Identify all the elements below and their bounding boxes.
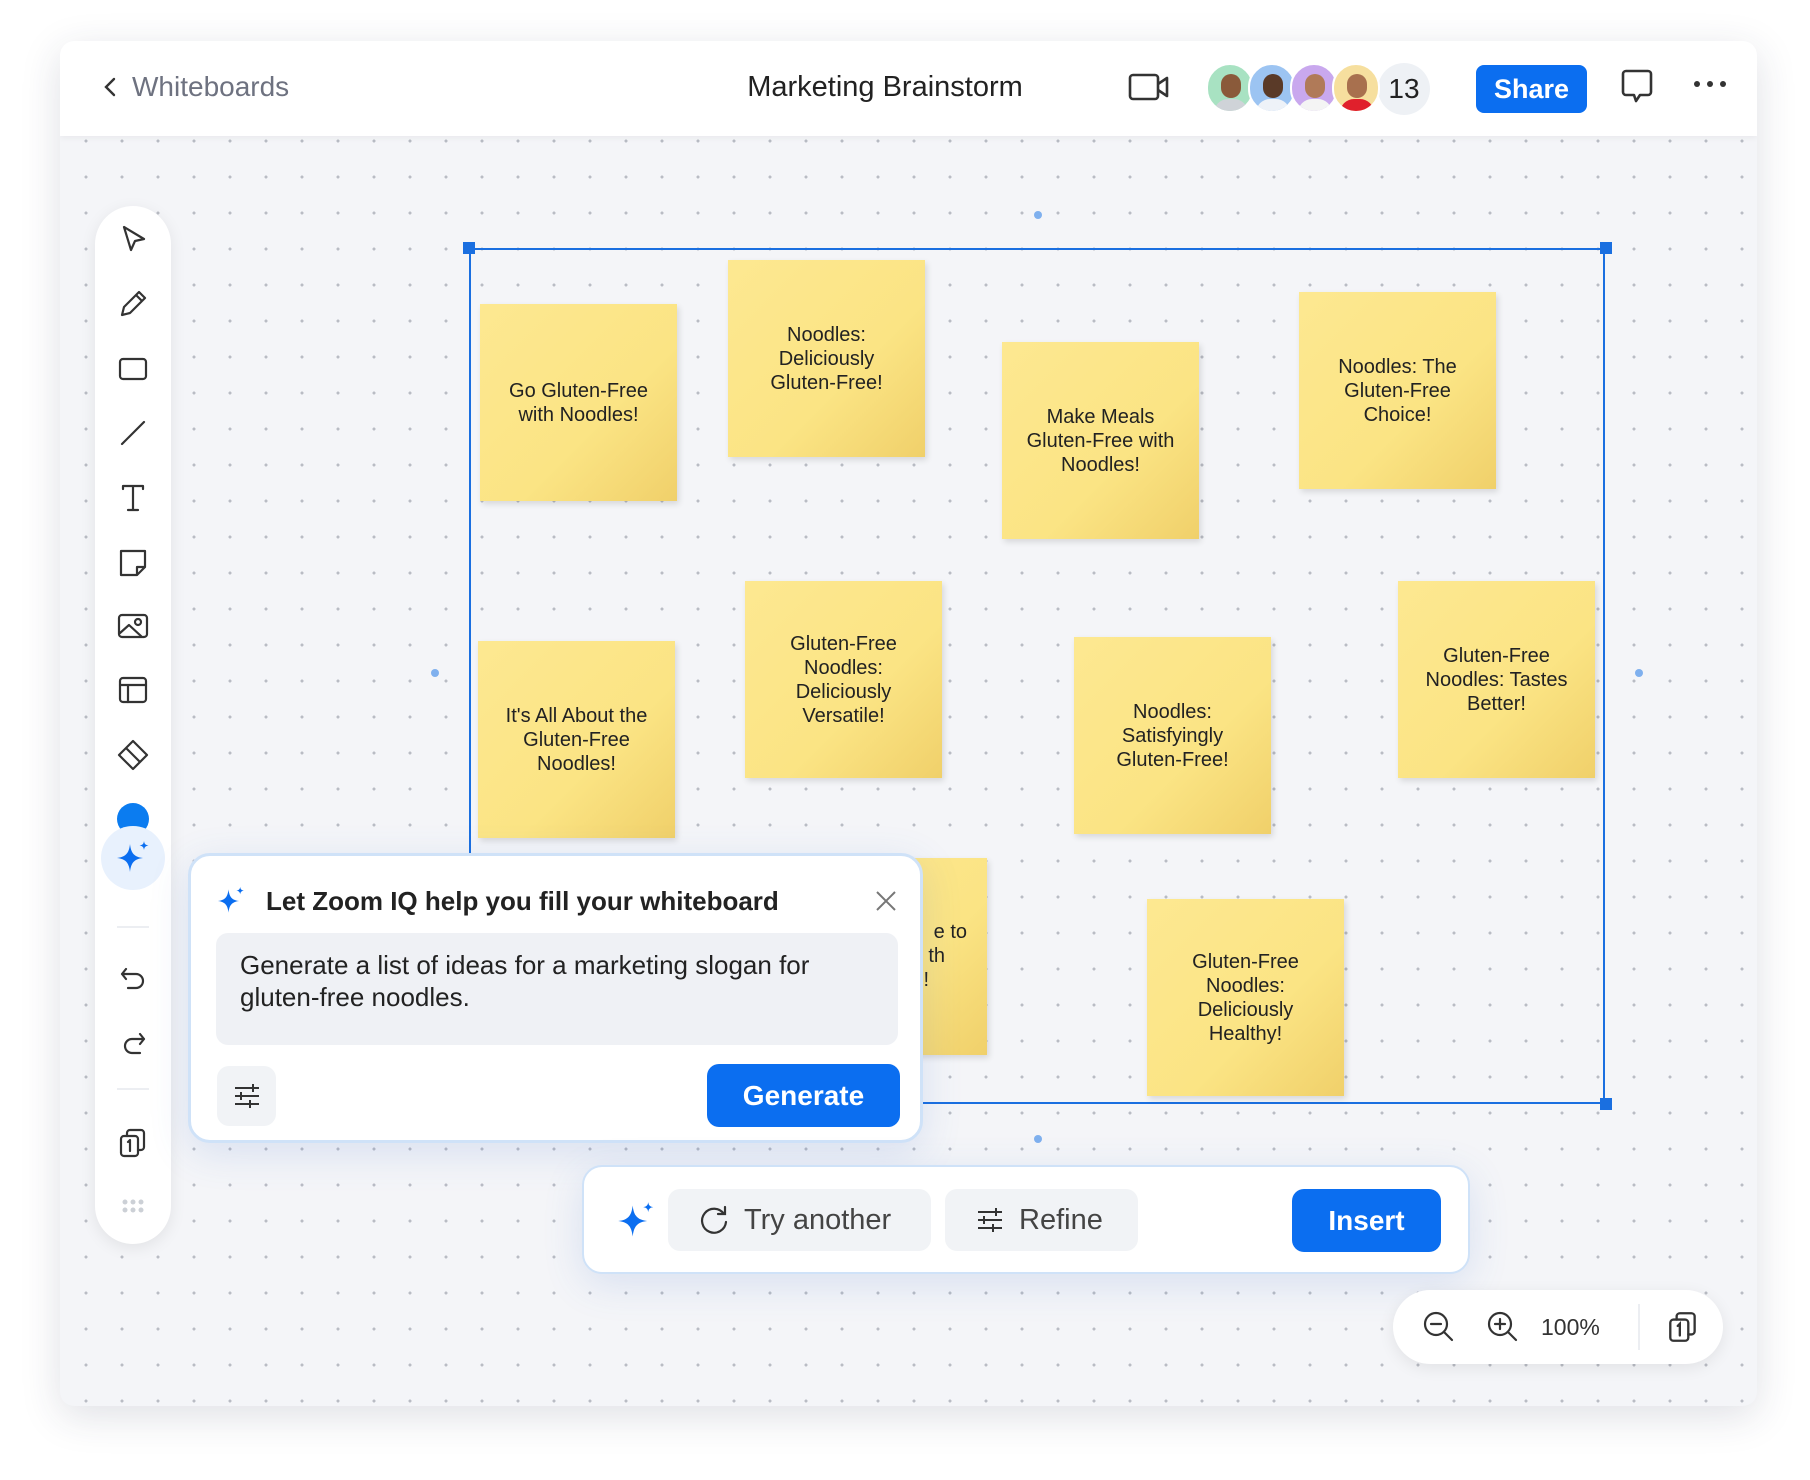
avatar[interactable] [1206, 63, 1254, 113]
dialog-title: Let Zoom IQ help you fill your whiteboar… [266, 886, 779, 916]
participants-list[interactable]: 13 [1206, 63, 1430, 115]
note-text: e to [933, 921, 967, 943]
zoom-controls: 100% [1393, 1290, 1723, 1364]
insert-button[interactable]: Insert [1292, 1189, 1441, 1252]
try-another-label: Try another [744, 1203, 892, 1236]
prompt-input[interactable]: Generate a list of ideas for a marketing… [216, 933, 898, 1045]
resize-handle[interactable] [463, 242, 475, 254]
select-tool-icon[interactable] [113, 220, 153, 260]
refresh-icon [700, 1205, 728, 1234]
sticky-note[interactable]: Noodles: Deliciously Gluten-Free! [728, 260, 925, 457]
eraser-tool-icon[interactable] [113, 735, 153, 775]
try-another-button[interactable]: Try another [668, 1189, 931, 1251]
comment-icon[interactable] [1620, 68, 1654, 113]
pen-tool-icon[interactable] [113, 284, 153, 324]
resize-handle[interactable] [1600, 242, 1612, 254]
result-action-bar: Try another Refine Insert [582, 1165, 1470, 1274]
page-navigator-icon[interactable] [1665, 1309, 1701, 1350]
avatar[interactable] [1248, 63, 1296, 113]
top-bar: Whiteboards Marketing Brainstorm 13 Shar… [60, 41, 1757, 136]
divider [1638, 1304, 1640, 1350]
refine-label: Refine [1019, 1203, 1103, 1236]
connector-dot[interactable] [1635, 669, 1643, 677]
participant-count[interactable]: 13 [1378, 63, 1430, 115]
sticky-note[interactable]: Noodles: The Gluten-Free Choice! [1299, 292, 1496, 489]
zoom-iq-dialog: Let Zoom IQ help you fill your whiteboar… [188, 853, 923, 1143]
sparkle-icon [618, 1202, 654, 1237]
line-tool-icon[interactable] [113, 413, 153, 453]
redo-icon[interactable] [113, 1025, 153, 1065]
generate-button[interactable]: Generate [707, 1064, 900, 1127]
drag-handle-icon[interactable] [113, 1186, 153, 1226]
rectangle-tool-icon[interactable] [113, 349, 153, 389]
more-options-icon[interactable] [1692, 77, 1728, 96]
image-tool-icon[interactable] [113, 606, 153, 646]
sticky-note[interactable]: Go Gluten-Free with Noodles! [480, 304, 677, 501]
note-text: th [928, 945, 945, 967]
resize-handle[interactable] [1600, 1098, 1612, 1110]
connector-dot[interactable] [1034, 1135, 1042, 1143]
close-icon[interactable] [875, 890, 897, 912]
sticky-note-tool-icon[interactable] [113, 543, 153, 583]
zoom-level[interactable]: 100% [1541, 1314, 1600, 1341]
board-title[interactable]: Marketing Brainstorm [60, 71, 1710, 104]
undo-icon[interactable] [113, 960, 153, 1000]
divider [117, 1088, 149, 1090]
divider [117, 926, 149, 928]
connector-dot[interactable] [431, 669, 439, 677]
sticky-note[interactable]: Gluten-Free Noodles: Deliciously Versati… [745, 581, 942, 778]
sticky-note[interactable]: It's All About the Gluten-Free Noodles! [478, 641, 675, 838]
sliders-icon [234, 1084, 259, 1108]
avatar[interactable] [1332, 63, 1380, 113]
sticky-note[interactable]: Gluten-Free Noodles: Tastes Better! [1398, 581, 1595, 778]
zoom-in-icon[interactable] [1485, 1309, 1521, 1350]
sliders-icon [978, 1208, 1002, 1232]
sparkle-icon [217, 886, 244, 913]
tools-toolbar [95, 206, 171, 1244]
text-tool-icon[interactable] [113, 478, 153, 518]
sticky-note[interactable]: Noodles: Satisfyingly Gluten-Free! [1074, 637, 1271, 834]
zoom-iq-button[interactable] [101, 826, 165, 890]
share-button[interactable]: Share [1476, 65, 1587, 113]
refine-button[interactable]: Refine [945, 1189, 1138, 1251]
whiteboard-window: Whiteboards Marketing Brainstorm 13 Shar… [60, 41, 1757, 1406]
note-text: ! [923, 969, 929, 991]
sparkle-icon [117, 841, 149, 872]
prompt-settings-button[interactable] [217, 1066, 276, 1126]
pages-icon[interactable] [113, 1123, 153, 1163]
sticky-note[interactable]: Gluten-Free Noodles: Deliciously Healthy… [1147, 899, 1344, 1096]
sticky-note[interactable]: Make Meals Gluten-Free with Noodles! [1002, 342, 1199, 539]
connector-dot[interactable] [1034, 211, 1042, 219]
template-tool-icon[interactable] [113, 670, 153, 710]
zoom-out-icon[interactable] [1421, 1309, 1457, 1350]
avatar[interactable] [1290, 63, 1338, 113]
video-camera-icon[interactable] [1128, 69, 1170, 110]
